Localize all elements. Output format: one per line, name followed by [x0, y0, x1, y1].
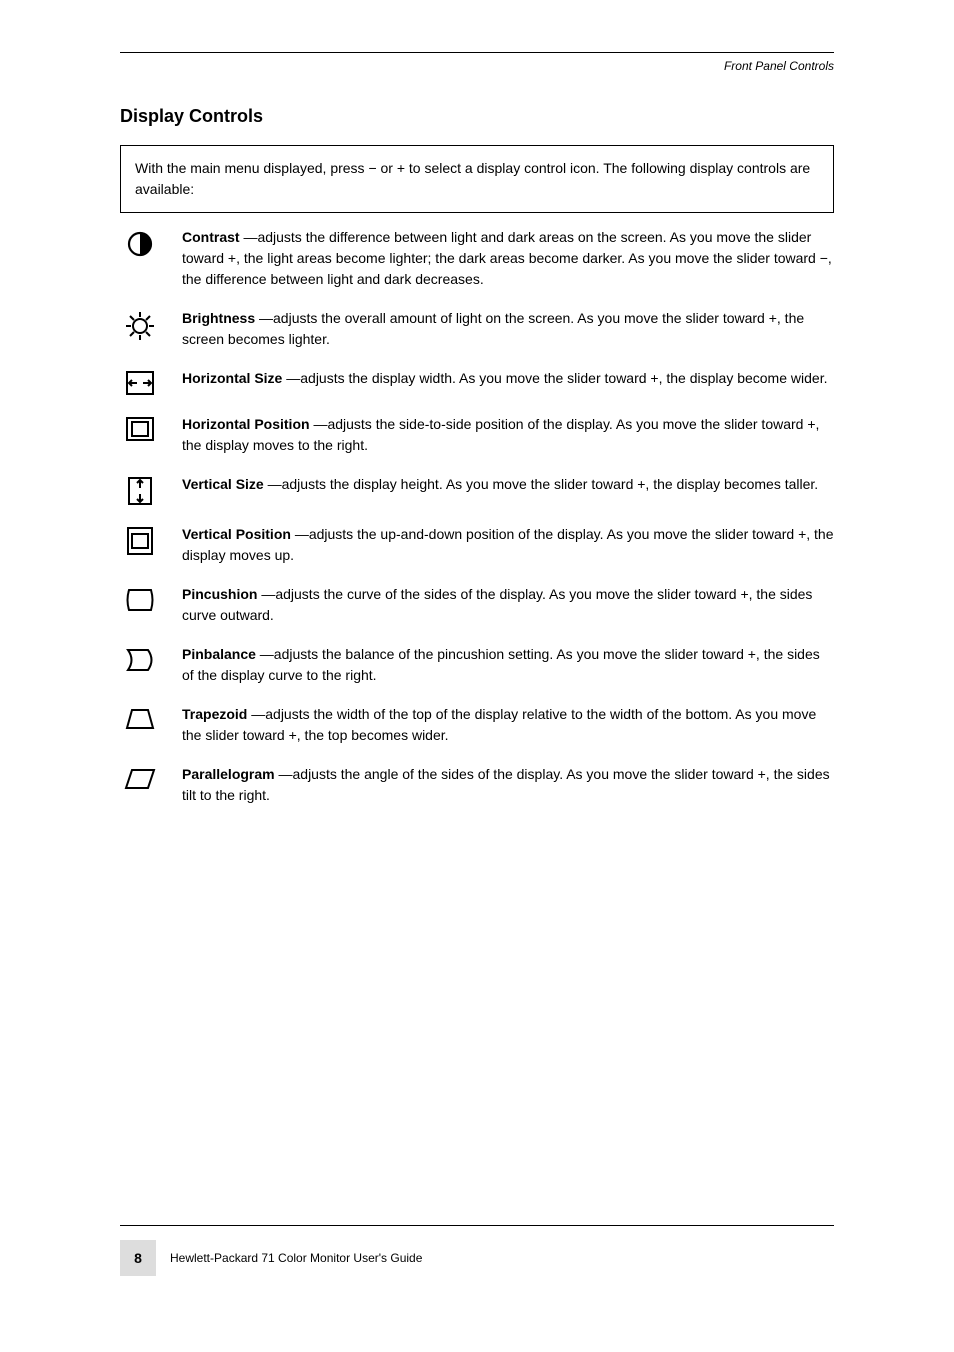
vertical-position-icon [120, 524, 160, 556]
item-label: Trapezoid [182, 706, 247, 722]
item-text: Horizontal Position —adjusts the side-to… [182, 414, 834, 456]
page-header: Front Panel Controls [120, 52, 834, 78]
item-text: Brightness —adjusts the overall amount o… [182, 308, 834, 350]
list-item: Pinbalance —adjusts the balance of the p… [120, 644, 834, 686]
list-item: Horizontal Position —adjusts the side-to… [120, 414, 834, 456]
page-footer: 8 Hewlett-Packard 71 Color Monitor User'… [120, 1225, 834, 1276]
contrast-icon [120, 227, 160, 259]
item-label: Pinbalance [182, 646, 256, 662]
list-item: Vertical Size —adjusts the display heigh… [120, 474, 834, 506]
horizontal-size-icon [120, 368, 160, 396]
item-text: Vertical Position —adjusts the up-and-do… [182, 524, 834, 566]
pincushion-icon [120, 584, 160, 614]
item-desc: —adjusts the difference between light an… [182, 229, 832, 287]
list-item: Contrast —adjusts the difference between… [120, 227, 834, 290]
list-item: Horizontal Size —adjusts the display wid… [120, 368, 834, 396]
vertical-size-icon [120, 474, 160, 506]
horizontal-position-icon [120, 414, 160, 442]
trapezoid-icon [120, 704, 160, 732]
item-text: Pinbalance —adjusts the balance of the p… [182, 644, 834, 686]
item-text: Horizontal Size —adjusts the display wid… [182, 368, 834, 389]
item-text: Trapezoid —adjusts the width of the top … [182, 704, 834, 746]
item-label: Pincushion [182, 586, 257, 602]
brightness-icon [120, 308, 160, 342]
item-desc: —adjusts the balance of the pincushion s… [182, 646, 820, 683]
parallelogram-icon [120, 764, 160, 792]
item-label: Vertical Size [182, 476, 264, 492]
item-label: Vertical Position [182, 526, 291, 542]
page-area: Front Panel Controls Display Controls Wi… [120, 52, 834, 1262]
item-label: Horizontal Position [182, 416, 310, 432]
item-text: Contrast —adjusts the difference between… [182, 227, 834, 290]
section-title: Display Controls [120, 106, 834, 127]
instruction-box: With the main menu displayed, press − or… [120, 145, 834, 213]
list-item: Vertical Position —adjusts the up-and-do… [120, 524, 834, 566]
list-item: Parallelogram —adjusts the angle of the … [120, 764, 834, 806]
item-desc: —adjusts the display height. As you move… [264, 476, 818, 492]
item-desc: —adjusts the angle of the sides of the d… [182, 766, 830, 803]
item-label: Contrast [182, 229, 240, 245]
item-label: Parallelogram [182, 766, 275, 782]
pinbalance-icon [120, 644, 160, 674]
item-desc: —adjusts the curve of the sides of the d… [182, 586, 812, 623]
running-title: Front Panel Controls [724, 59, 834, 73]
list-item: Brightness —adjusts the overall amount o… [120, 308, 834, 350]
instruction-text: With the main menu displayed, press − or… [135, 160, 810, 197]
item-label: Brightness [182, 310, 255, 326]
list-item: Pincushion —adjusts the curve of the sid… [120, 584, 834, 626]
controls-list: Contrast —adjusts the difference between… [120, 227, 834, 806]
item-text: Pincushion —adjusts the curve of the sid… [182, 584, 834, 626]
list-item: Trapezoid —adjusts the width of the top … [120, 704, 834, 746]
item-desc: —adjusts the width of the top of the dis… [182, 706, 816, 743]
item-desc: —adjusts the display width. As you move … [282, 370, 827, 386]
footer-doc-title: Hewlett-Packard 71 Color Monitor User's … [170, 1251, 422, 1265]
item-text: Parallelogram —adjusts the angle of the … [182, 764, 834, 806]
page-number: 8 [120, 1240, 156, 1276]
item-label: Horizontal Size [182, 370, 282, 386]
item-text: Vertical Size —adjusts the display heigh… [182, 474, 834, 495]
item-desc: —adjusts the overall amount of light on … [182, 310, 804, 347]
